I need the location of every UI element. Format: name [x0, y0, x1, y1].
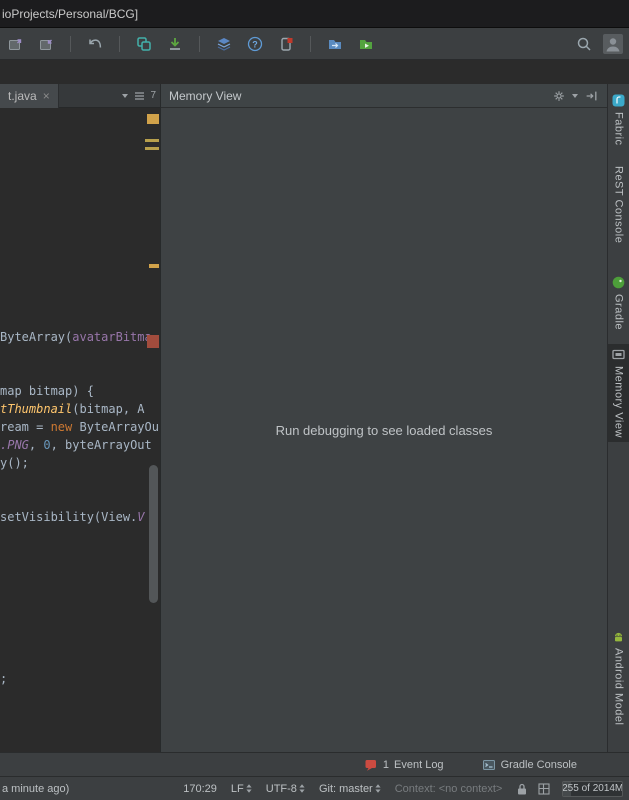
code-editor[interactable]: ByteArray(avatarBitma map bitmap) {tThumb… — [0, 108, 160, 752]
git-branch-value: Git: master — [319, 783, 373, 795]
android-studio-window: ioProjects/Personal/BCG] ? t.java × 7 — [0, 0, 629, 800]
memory-view-icon — [612, 348, 626, 362]
code-line: tThumbnail(bitmap, A — [0, 400, 145, 418]
svg-text:?: ? — [252, 39, 258, 49]
hide-panel-icon[interactable] — [583, 88, 599, 104]
panel-header-icons — [551, 88, 599, 104]
navigation-bar — [0, 60, 629, 84]
editor-pane: t.java × 7 ByteArray(avatarBitma map bitm… — [0, 84, 160, 752]
memory-view-panel: Memory View Run debugging to see loaded … — [160, 84, 607, 752]
tool-button-event-log[interactable]: 1 Event Log — [364, 758, 444, 772]
hidden-tabs-count: 7 — [150, 90, 156, 101]
code-line: map bitmap) { — [0, 382, 94, 400]
layers-icon[interactable] — [215, 35, 233, 53]
error-stripe-mark[interactable] — [149, 264, 159, 268]
caret-position-widget[interactable]: 170:29 — [183, 783, 217, 795]
tool-button-memory-view[interactable]: Memory View — [608, 344, 629, 442]
folder-sync-icon[interactable] — [326, 35, 344, 53]
bottom-tool-bar: 1 Event Log Gradle Console — [0, 752, 629, 776]
close-icon[interactable]: × — [43, 89, 50, 103]
error-stripe-mark[interactable] — [145, 139, 159, 142]
tool-button-rest-console[interactable]: ReST Console — [608, 162, 629, 247]
console-icon — [482, 758, 496, 772]
android-icon — [612, 630, 626, 644]
git-branch-widget[interactable]: Git: master — [319, 783, 381, 795]
empty-state-message: Run debugging to see loaded classes — [276, 423, 493, 438]
tool-button-label: Android Model — [613, 648, 625, 725]
tab-label: t.java — [8, 89, 37, 103]
line-separator-value: LF — [231, 783, 244, 795]
code-line: y(); — [0, 454, 29, 472]
tool-button-label: Memory View — [613, 366, 625, 438]
encoding-value: UTF-8 — [266, 783, 297, 795]
toolbar-right-group — [575, 34, 623, 54]
gradle-icon — [612, 276, 626, 290]
toolbar-separator — [70, 36, 71, 52]
toolbar-separator — [310, 36, 311, 52]
updown-icon — [299, 784, 305, 793]
toolbar-separator — [199, 36, 200, 52]
run-context-widget[interactable]: Context: <no context> — [395, 783, 503, 795]
tab-list-icon — [131, 88, 147, 104]
hidden-tabs-widget[interactable]: 7 — [122, 88, 160, 104]
tool-button-label: Gradle — [613, 294, 625, 330]
error-stripe-mark[interactable] — [147, 114, 159, 124]
memory-view-header[interactable]: Memory View — [161, 84, 607, 108]
editor-tab-bar: t.java × 7 — [0, 84, 160, 108]
check-out-icon[interactable] — [37, 35, 55, 53]
tool-button-label: ReST Console — [613, 166, 625, 243]
title-bar[interactable]: ioProjects/Personal/BCG] — [0, 0, 629, 28]
tool-button-label: Event Log — [394, 759, 444, 771]
memory-indicator[interactable]: 255 of 2014M — [562, 781, 623, 797]
gear-icon[interactable] — [551, 88, 567, 104]
window-title: ioProjects/Personal/BCG] — [2, 7, 138, 21]
lock-icon[interactable] — [516, 782, 528, 796]
main-toolbar: ? — [0, 28, 629, 60]
undo-icon[interactable] — [86, 35, 104, 53]
error-stripe-mark[interactable] — [147, 335, 159, 348]
line-separator-widget[interactable]: LF — [231, 783, 252, 795]
help-icon[interactable]: ? — [246, 35, 264, 53]
grid-icon[interactable] — [538, 783, 550, 795]
code-line: .PNG, 0, byteArrayOut — [0, 436, 152, 454]
device-monitor-icon[interactable] — [277, 35, 295, 53]
updown-icon — [375, 784, 381, 793]
avatar[interactable] — [603, 34, 623, 54]
tool-button-gradle[interactable]: Gradle — [608, 272, 629, 334]
tool-button-gradle-console[interactable]: Gradle Console — [482, 758, 577, 772]
chevron-down-icon — [572, 94, 578, 98]
toolbar-separator — [119, 36, 120, 52]
code-line: ByteArray(avatarBitma — [0, 328, 152, 346]
encoding-widget[interactable]: UTF-8 — [266, 783, 305, 795]
main-content: t.java × 7 ByteArray(avatarBitma map bitm… — [0, 84, 629, 752]
vcs-update-time: a minute ago) — [2, 783, 69, 795]
tool-button-label: Fabric — [613, 112, 625, 146]
error-stripe-mark[interactable] — [145, 147, 159, 150]
memory-view-body: Run debugging to see loaded classes — [161, 108, 607, 752]
code-line: ream = new ByteArrayOu — [0, 418, 159, 436]
editor-scrollbar[interactable] — [149, 465, 158, 603]
search-icon[interactable] — [575, 35, 593, 53]
updown-icon — [246, 784, 252, 793]
fabric-icon — [612, 94, 626, 108]
sync-icon[interactable] — [135, 35, 153, 53]
memory-usage-text: 255 of 2014M — [562, 783, 623, 794]
download-icon[interactable] — [166, 35, 184, 53]
notification-badge: 1 — [383, 759, 389, 771]
tab-java-file[interactable]: t.java × — [0, 84, 59, 108]
toolbar-button-group: ? — [6, 35, 375, 53]
code-line: ; — [0, 670, 7, 688]
status-bar: a minute ago) 170:29 LF UTF-8 Git: maste… — [0, 776, 629, 800]
tool-button-android-model[interactable]: Android Model — [608, 626, 629, 729]
balloon-icon — [364, 758, 378, 772]
tool-button-fabric[interactable]: Fabric — [608, 90, 629, 150]
tool-window-strip: Fabric ReST Console Gradle Memory View Andro… — [607, 84, 629, 752]
chevron-down-icon — [122, 94, 128, 98]
code-line: setVisibility(View.V — [0, 508, 145, 526]
check-in-icon[interactable] — [6, 35, 24, 53]
folder-run-icon[interactable] — [357, 35, 375, 53]
panel-title: Memory View — [169, 89, 241, 103]
tool-button-label: Gradle Console — [501, 759, 577, 771]
